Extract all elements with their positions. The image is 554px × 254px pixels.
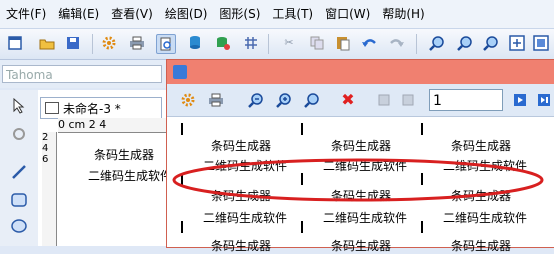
label-line2: 二维码生成软件	[203, 211, 288, 225]
pointer-icon[interactable]	[9, 96, 29, 116]
zoom-window-icon[interactable]	[532, 34, 550, 52]
print-icon[interactable]	[207, 91, 225, 109]
redo-icon[interactable]	[388, 34, 406, 52]
font-bar: Tahoma	[0, 60, 170, 88]
cut-icon[interactable]: ✂	[280, 34, 298, 52]
open-icon[interactable]	[38, 34, 56, 52]
preview-toolbar: ✖ 1	[167, 84, 554, 117]
label-border-tick	[421, 221, 423, 233]
label-line2: 二维码生成软件	[323, 211, 408, 225]
zoom-out-icon[interactable]	[456, 34, 474, 52]
ruler-left: 2 4 6	[42, 132, 57, 246]
label-line1: 条码生成器	[451, 139, 512, 153]
menu-file[interactable]: 文件(F)	[0, 0, 52, 28]
ellipse-tool-icon[interactable]	[9, 216, 29, 236]
menu-bar: 文件(F) 编辑(E) 查看(V) 绘图(D) 图形(S) 工具(T) 窗口(W…	[0, 0, 554, 29]
fit-icon[interactable]	[482, 34, 500, 52]
main-toolbar: ✂	[0, 29, 554, 60]
label-line1: 条码生成器	[331, 139, 392, 153]
settings-icon[interactable]	[100, 34, 118, 52]
document-tab-title: 未命名-3 *	[63, 101, 121, 116]
zoom-reset-icon[interactable]	[303, 91, 321, 109]
drawing-tools-panel	[0, 90, 39, 246]
print-preview-icon[interactable]	[156, 34, 176, 54]
undo-icon[interactable]	[360, 34, 378, 52]
app-icon	[173, 65, 187, 79]
label-border-tick	[181, 221, 183, 233]
menu-window[interactable]: 窗口(W)	[319, 0, 376, 28]
menu-draw[interactable]: 绘图(D)	[159, 0, 214, 28]
document-tab[interactable]: 未命名-3 *	[40, 97, 162, 119]
database-icon[interactable]	[186, 34, 204, 52]
rotate-icon[interactable]	[9, 124, 29, 144]
menu-tools[interactable]: 工具(T)	[266, 0, 319, 28]
menu-shape[interactable]: 图形(S)	[213, 0, 266, 28]
zoom-in-icon[interactable]	[275, 91, 293, 109]
next-page-icon[interactable]	[511, 91, 529, 109]
page-number-input[interactable]: 1	[429, 89, 503, 111]
zoom-in-icon[interactable]	[428, 34, 446, 52]
menu-edit[interactable]: 编辑(E)	[52, 0, 105, 28]
menu-view[interactable]: 查看(V)	[105, 0, 159, 28]
prev-page-icon[interactable]	[399, 91, 417, 109]
label-border-tick	[181, 123, 183, 135]
grid-icon[interactable]	[242, 34, 260, 52]
document-icon	[45, 102, 59, 114]
toolbar-separator	[92, 34, 93, 54]
save-icon[interactable]	[64, 34, 82, 52]
print-preview-window: ✖ 1 条码生成器 条码生成器 条码生成器 二维码生成软件 二维码生成软件 二维…	[166, 59, 554, 253]
database-link-icon[interactable]	[214, 34, 232, 52]
label-border-tick	[421, 123, 423, 135]
first-page-icon[interactable]	[375, 91, 393, 109]
font-name-field[interactable]: Tahoma	[2, 65, 162, 83]
canvas-label-line1[interactable]: 条码生成器	[94, 146, 154, 163]
menu-help[interactable]: 帮助(H)	[376, 0, 430, 28]
line-tool-icon[interactable]	[9, 162, 29, 182]
annotation-ellipse	[172, 158, 544, 202]
paste-icon[interactable]	[334, 34, 352, 52]
settings-icon[interactable]	[179, 91, 197, 109]
toolbar-separator	[416, 34, 417, 54]
print-icon[interactable]	[128, 34, 146, 52]
toolbar-separator	[268, 34, 269, 54]
copy-icon[interactable]	[308, 34, 326, 52]
last-page-icon[interactable]	[535, 91, 553, 109]
zoom-page-icon[interactable]	[508, 34, 526, 52]
label-line2: 二维码生成软件	[443, 211, 528, 225]
rounded-rect-tool-icon[interactable]	[9, 190, 29, 210]
ruler-top: 0 cm 2 4	[58, 118, 166, 133]
label-border-tick	[301, 123, 303, 135]
label-line1: 条码生成器	[211, 139, 272, 153]
zoom-out-icon[interactable]	[247, 91, 265, 109]
canvas-label-line2[interactable]: 二维码生成软件	[88, 167, 172, 184]
preview-title-bar[interactable]	[167, 60, 554, 84]
label-border-tick	[301, 221, 303, 233]
close-icon[interactable]: ✖	[339, 91, 357, 109]
new-icon[interactable]	[6, 34, 24, 52]
